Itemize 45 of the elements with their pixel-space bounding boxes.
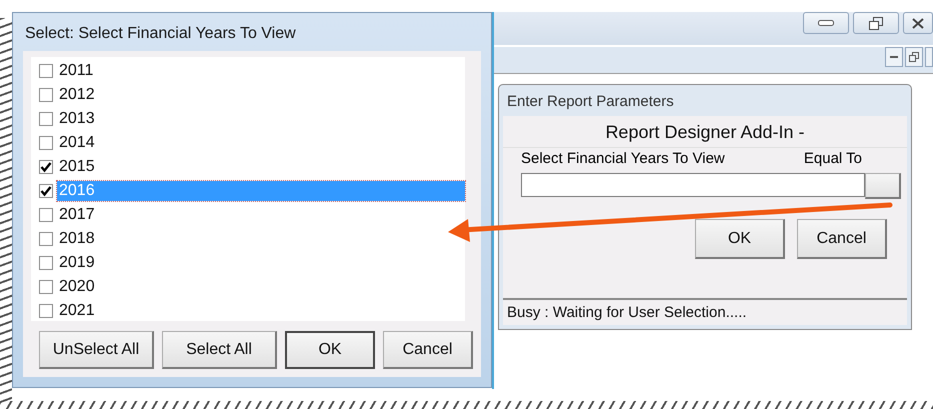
checkbox[interactable] (39, 280, 53, 294)
year-item[interactable]: 2019 (57, 253, 97, 273)
minimize-button[interactable] (885, 47, 903, 67)
checkbox[interactable] (39, 208, 53, 222)
dialog-button[interactable]: Cancel (383, 331, 473, 369)
checkbox[interactable] (39, 88, 53, 102)
dialog-button[interactable]: OK (285, 331, 375, 369)
status-bar: Busy : Waiting for User Selection..... (503, 298, 907, 325)
browse-button[interactable] (865, 173, 901, 199)
dialog-title: Select: Select Financial Years To View (24, 24, 297, 44)
dialog-button[interactable]: Cancel (797, 219, 887, 259)
checkbox[interactable] (39, 256, 53, 270)
year-item[interactable]: 2011 (57, 61, 96, 81)
checkbox[interactable] (39, 160, 53, 174)
restore-icon (909, 52, 919, 62)
checkbox[interactable] (39, 64, 53, 78)
dialog-button[interactable]: UnSelect All (39, 331, 154, 369)
checkbox[interactable] (39, 112, 53, 126)
close-button[interactable] (903, 12, 933, 34)
dialog-button[interactable]: Select All (162, 331, 277, 369)
input-field[interactable] (521, 173, 865, 197)
minimize-icon (890, 56, 898, 58)
operator-label: Equal To (804, 150, 862, 167)
dialog-title: Enter Report Parameters (506, 92, 675, 112)
year-item[interactable]: 2014 (57, 133, 97, 153)
minimize-icon (818, 20, 834, 26)
checkbox[interactable] (39, 304, 53, 318)
year-item[interactable]: 2017 (57, 205, 97, 225)
restore-button[interactable] (853, 12, 899, 34)
checkbox[interactable] (39, 232, 53, 246)
year-item[interactable]: 2015 (57, 157, 97, 177)
dialog-button[interactable]: OK (695, 219, 785, 259)
minimize-button[interactable] (803, 12, 849, 34)
checkbox[interactable] (39, 184, 53, 198)
year-item[interactable]: 2020 (57, 277, 97, 297)
year-item[interactable]: 2021 (57, 301, 97, 321)
year-item[interactable]: 2013 (57, 109, 97, 129)
close-icon (912, 18, 924, 28)
checkbox[interactable] (39, 136, 53, 150)
restore-icon (869, 16, 883, 30)
report-heading: Report Designer Add-In - (604, 121, 806, 144)
year-item[interactable]: 2012 (57, 85, 97, 105)
parameter-label: Select Financial Years To View (521, 150, 725, 167)
restore-button[interactable] (905, 47, 923, 67)
year-item[interactable]: 2018 (57, 229, 97, 249)
